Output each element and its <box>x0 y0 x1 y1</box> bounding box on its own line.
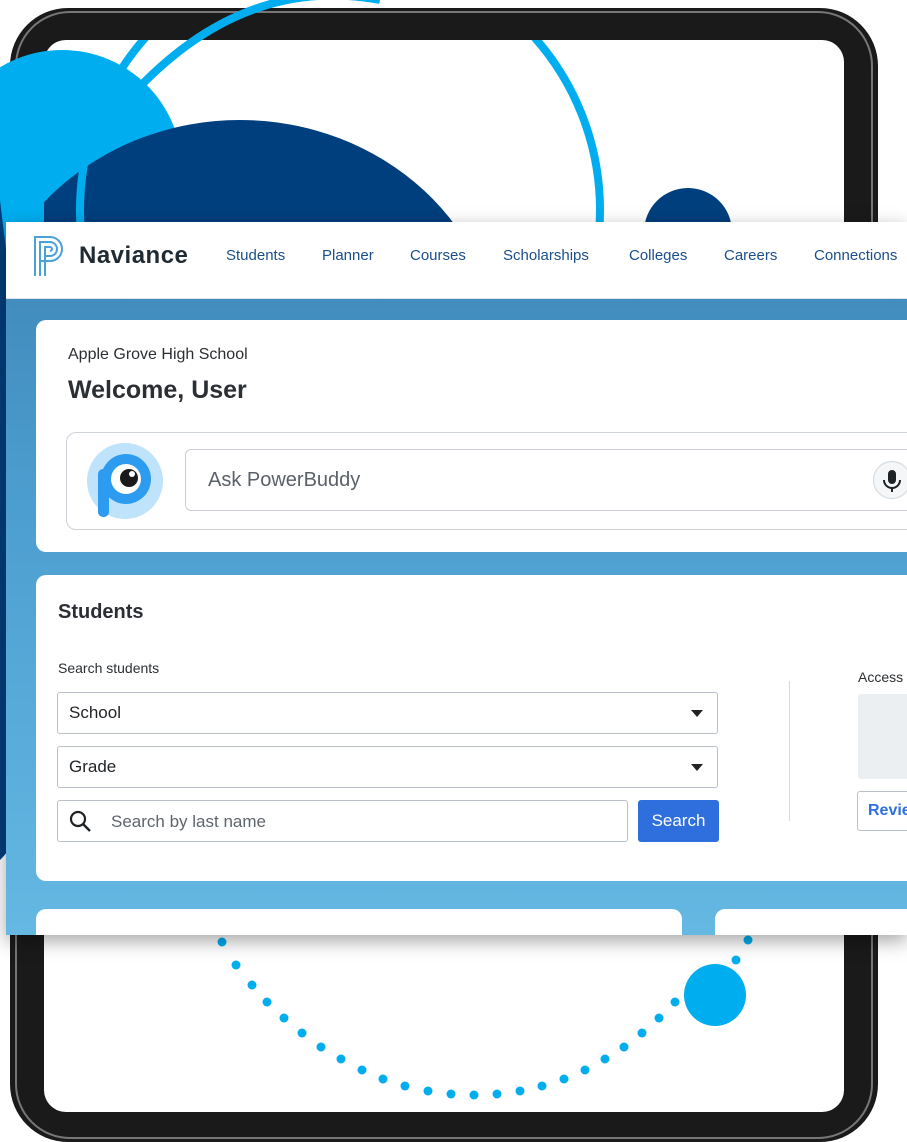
nav-students[interactable]: Students <box>226 247 285 264</box>
search-placeholder: Search by last name <box>111 812 266 831</box>
welcome-heading: Welcome, User <box>68 376 247 404</box>
review-button[interactable]: Revie <box>857 791 907 831</box>
chevron-down-icon <box>691 764 703 771</box>
school-name: Apple Grove High School <box>68 346 248 363</box>
grade-select[interactable]: Grade <box>57 746 718 788</box>
nav-courses[interactable]: Courses <box>410 247 466 264</box>
nav-connections[interactable]: Connections <box>814 247 897 264</box>
powerbuddy-box: Ask PowerBuddy <box>66 432 907 530</box>
grade-select-value: Grade <box>69 757 117 776</box>
chevron-down-icon <box>691 710 703 717</box>
microphone-button[interactable] <box>873 461 907 499</box>
welcome-card: Apple Grove High School Welcome, User As… <box>36 320 907 552</box>
dashboard-card-right <box>715 909 907 935</box>
section-divider <box>789 681 790 821</box>
nav-careers[interactable]: Careers <box>724 247 777 264</box>
top-navbar: Naviance Students Planner Courses Schola… <box>6 222 907 299</box>
microphone-icon <box>883 470 901 492</box>
access-panel <box>858 694 907 779</box>
powerbuddy-avatar-icon <box>87 443 163 519</box>
school-select-value: School <box>69 703 121 722</box>
last-name-search-input[interactable]: Search by last name <box>57 800 628 842</box>
naviance-screenshot: Naviance Students Planner Courses Schola… <box>6 222 907 935</box>
access-label: Access <box>858 669 904 685</box>
nav-scholarships[interactable]: Scholarships <box>503 247 589 264</box>
nav-planner[interactable]: Planner <box>322 247 374 264</box>
students-card: Students Search students School Grade Se… <box>36 575 907 881</box>
students-heading: Students <box>58 601 144 623</box>
naviance-logo-icon <box>34 236 63 276</box>
search-icon <box>69 810 91 832</box>
app-name: Naviance <box>79 242 189 269</box>
powerbuddy-input[interactable]: Ask PowerBuddy <box>185 449 907 511</box>
school-select[interactable]: School <box>57 692 718 734</box>
dashboard-card-left <box>36 909 682 935</box>
search-students-label: Search students <box>58 660 160 676</box>
search-button[interactable]: Search <box>638 800 719 842</box>
nav-colleges[interactable]: Colleges <box>629 247 687 264</box>
